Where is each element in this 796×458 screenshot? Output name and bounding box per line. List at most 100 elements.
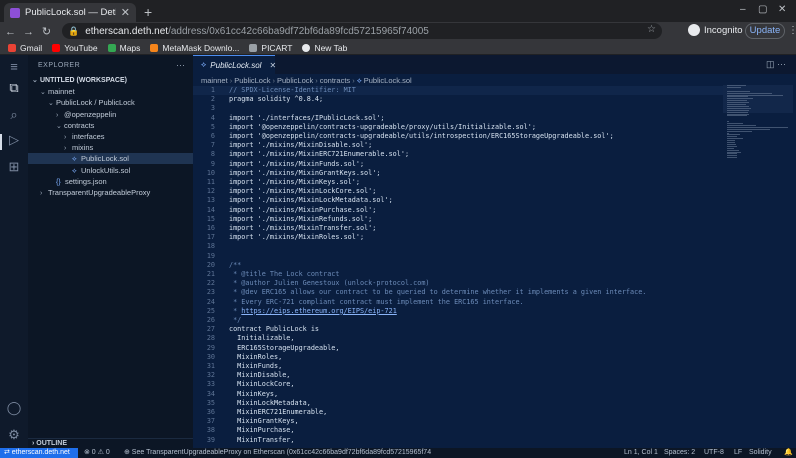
bookmark-youtube[interactable]: YouTube (52, 43, 98, 53)
outline-section[interactable]: › OUTLINE (28, 438, 193, 448)
code-line[interactable]: 15 import './mixins/MixinRefunds.sol'; (193, 215, 723, 224)
code-line[interactable]: 27 contract PublicLock is (193, 325, 723, 334)
code-line[interactable]: 23 * @dev ERC165 allows our contract to … (193, 288, 723, 297)
code-line[interactable]: 2 pragma solidity ^0.8.4; (193, 95, 723, 104)
explorer-more-icon[interactable]: ··· (176, 60, 185, 70)
code-line[interactable]: 8 import './mixins/MixinERC721Enumerable.… (193, 150, 723, 159)
code-line[interactable]: 6 import '@openzeppelin/contracts-upgrade… (193, 132, 723, 141)
incognito-indicator[interactable]: Incognito (688, 24, 743, 36)
code-line[interactable]: 12 import './mixins/MixinLockCore.sol'; (193, 187, 723, 196)
code-line[interactable]: 26 */ (193, 316, 723, 325)
run-debug-icon[interactable]: ▷ (6, 132, 22, 148)
update-button[interactable]: Update (745, 23, 785, 39)
tree-file[interactable]: ⟡ UnlockUtils.sol (28, 165, 193, 176)
code-line[interactable]: 38 MixinPurchase, (193, 426, 723, 435)
code-line[interactable]: 4 import './interfaces/IPublicLock.sol'; (193, 114, 723, 123)
tree-folder[interactable]: ⌄ PublicLock / PublicLock (28, 97, 193, 108)
breadcrumb-item[interactable]: PublicLock (277, 76, 313, 85)
code-line[interactable]: 33 MixinLockCore, (193, 380, 723, 389)
bookmark-picart[interactable]: PICART (249, 43, 292, 53)
code-line[interactable]: 24 * Every ERC-721 compliant contract mu… (193, 298, 723, 307)
reload-button[interactable]: ↻ (39, 25, 54, 38)
code-line[interactable]: 25 * https://eips.ethereum.org/EIPS/eip-… (193, 307, 723, 316)
code-line[interactable]: 39 MixinTransfer, (193, 436, 723, 445)
status-message[interactable]: ⊕ See TransparentUpgradeableProxy on Eth… (124, 448, 431, 458)
encoding[interactable]: UTF-8 (704, 448, 724, 458)
problems-indicator[interactable]: ⊗ 0 ⚠ 0 (84, 448, 110, 458)
code-line[interactable]: 29 ERC165StorageUpgradeable, (193, 344, 723, 353)
code-line[interactable]: 18 (193, 242, 723, 251)
menu-icon[interactable]: ≡ (6, 59, 22, 75)
maximize-window-button[interactable]: ▢ (758, 4, 767, 15)
tree-folder[interactable]: ⌄ mainnet (28, 86, 193, 97)
minimap-line (727, 113, 749, 115)
code-line[interactable]: 17 import './mixins/MixinRoles.sol'; (193, 233, 723, 242)
indentation[interactable]: Spaces: 2 (664, 448, 695, 458)
notifications-bell-icon[interactable]: 🔔 (784, 448, 793, 458)
eip-link[interactable]: https://eips.ethereum.org/EIPS/eip-721 (241, 307, 397, 315)
explorer-icon[interactable]: ⧉ (6, 80, 22, 96)
bookmark-maps[interactable]: Maps (107, 43, 140, 53)
bookmark-gmail[interactable]: Gmail (8, 43, 42, 53)
tree-file[interactable]: ⟡ PublicLock.sol (28, 153, 193, 165)
code-line[interactable]: 7 import './mixins/MixinDisable.sol'; (193, 141, 723, 150)
forward-button[interactable]: → (21, 26, 36, 38)
settings-gear-icon[interactable]: ⚙ (6, 427, 22, 443)
code-line[interactable]: 1 // SPDX-License-Identifier: MIT (193, 86, 723, 96)
code-line[interactable]: 37 MixinGrantKeys, (193, 417, 723, 426)
code-line[interactable]: 34 MixinKeys, (193, 390, 723, 399)
code-line[interactable]: 5 import '@openzeppelin/contracts-upgrade… (193, 123, 723, 132)
code-line[interactable]: 10 import './mixins/MixinGrantKeys.sol'; (193, 169, 723, 178)
browser-menu-icon[interactable]: ⋮ (788, 25, 796, 36)
remote-indicator[interactable]: ⇄ etherscan.deth.net (0, 448, 78, 458)
breadcrumb-item[interactable]: mainnet (201, 76, 228, 85)
language-mode[interactable]: Solidity (749, 448, 772, 458)
extensions-icon[interactable]: ⊞ (6, 159, 22, 175)
code-line[interactable]: 36 MixinERC721Enumerable, (193, 408, 723, 417)
breadcrumb-item[interactable]: contracts (320, 76, 350, 85)
new-tab-button[interactable]: + (144, 4, 152, 20)
tree-folder[interactable]: › @openzeppelin (28, 109, 193, 120)
code-line[interactable]: 14 import './mixins/MixinPurchase.sol'; (193, 206, 723, 215)
code-line[interactable]: 9 import './mixins/MixinFunds.sol'; (193, 160, 723, 169)
back-button[interactable]: ← (3, 26, 18, 38)
code-line[interactable]: 30 MixinRoles, (193, 353, 723, 362)
code-line[interactable]: 11 import './mixins/MixinKeys.sol'; (193, 178, 723, 187)
code-line[interactable]: 31 MixinFunds, (193, 362, 723, 371)
code-line[interactable]: 19 (193, 252, 723, 261)
search-icon[interactable]: ⌕ (6, 107, 22, 123)
bookmark-star-icon[interactable]: ☆ (647, 24, 656, 35)
close-window-button[interactable]: ✕ (778, 4, 786, 15)
cursor-position[interactable]: Ln 1, Col 1 (624, 448, 658, 458)
breadcrumb-item[interactable]: PublicLock.sol (364, 76, 412, 85)
code-line[interactable]: 13 import './mixins/MixinLockMetadata.sol… (193, 196, 723, 205)
code-line[interactable]: 28 Initializable, (193, 334, 723, 343)
code-line[interactable]: 16 import './mixins/MixinTransfer.sol'; (193, 224, 723, 233)
bookmark-new-tab[interactable]: New Tab (302, 43, 347, 53)
bookmark-metamask[interactable]: MetaMask Downlo... (150, 43, 239, 53)
minimize-window-button[interactable]: – (740, 4, 746, 15)
close-tab-icon[interactable]: ✕ (121, 6, 130, 19)
code-line[interactable]: 20 /** (193, 261, 723, 270)
end-of-line[interactable]: LF (734, 448, 742, 458)
tree-file[interactable]: {} settings.json (28, 176, 193, 187)
code-line[interactable]: 22 * @author Julien Genestoux (unlock-pr… (193, 279, 723, 288)
breadcrumb-item[interactable]: PublicLock (234, 76, 270, 85)
tree-folder[interactable]: › TransparentUpgradeableProxy (28, 187, 193, 198)
minimap[interactable] (723, 85, 793, 165)
account-icon[interactable]: ◯ (6, 400, 22, 416)
tree-folder[interactable]: ⌄ UNTITLED (WORKSPACE) (28, 75, 193, 86)
browser-tab[interactable]: PublicLock.sol — DethCode ✕ (4, 3, 136, 22)
close-editor-tab-icon[interactable]: ✕ (269, 61, 276, 70)
code-line[interactable]: 32 MixinDisable, (193, 371, 723, 380)
tree-folder[interactable]: ⌄ contracts (28, 120, 193, 131)
tree-folder[interactable]: › mixins (28, 142, 193, 153)
code-line[interactable]: 3 (193, 104, 723, 113)
code-line[interactable]: 35 MixinLockMetadata, (193, 399, 723, 408)
tree-folder[interactable]: › interfaces (28, 131, 193, 142)
lock-icon[interactable]: 🔒 (68, 26, 79, 37)
code-line[interactable]: 21 * @title The Lock contract (193, 270, 723, 279)
address-bar[interactable]: 🔒 etherscan.deth.net /address/0x61cc42c6… (62, 23, 662, 39)
split-editor-icon[interactable]: ◫ ··· (766, 59, 786, 70)
editor-tab-publiclock[interactable]: ⟡ PublicLock.sol ✕ (193, 55, 276, 74)
